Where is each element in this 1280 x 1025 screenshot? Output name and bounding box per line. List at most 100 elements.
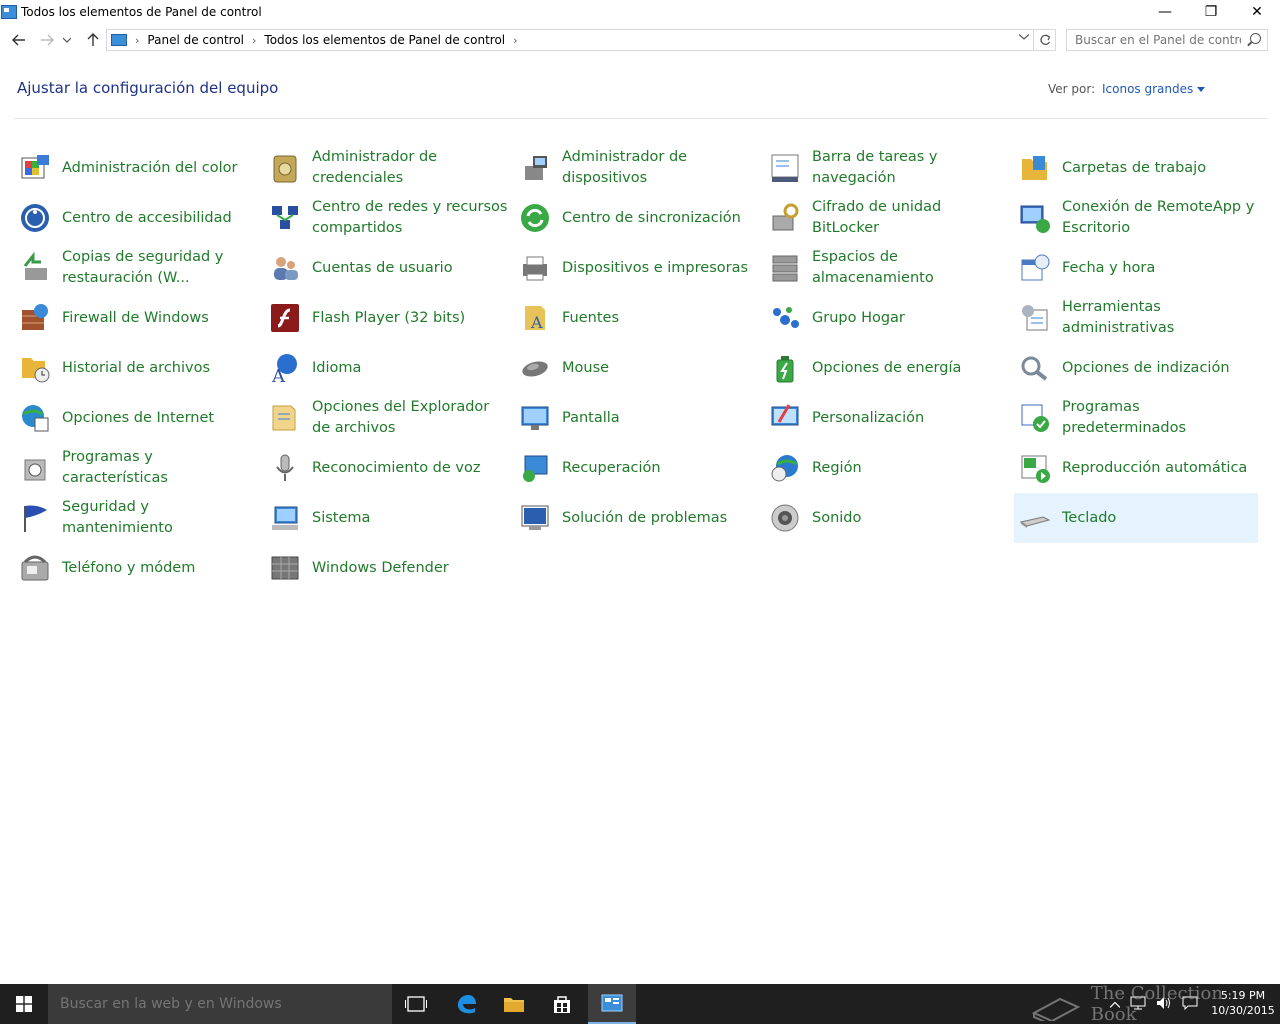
item-bitlocker[interactable]: Cifrado de unidad BitLocker bbox=[764, 193, 1008, 243]
item-label: Programas y características bbox=[62, 449, 168, 486]
item-indexing[interactable]: Opciones de indización bbox=[1014, 343, 1258, 393]
recent-locations-button[interactable] bbox=[60, 28, 74, 52]
item-default-programs[interactable]: Programas predeterminados bbox=[1014, 393, 1258, 443]
item-power-options[interactable]: Opciones de energía bbox=[764, 343, 1008, 393]
item-color-management[interactable]: Administración del color bbox=[14, 143, 258, 193]
item-troubleshooting[interactable]: Solución de problemas bbox=[514, 493, 758, 543]
item-security-maintenance[interactable]: Seguridad y mantenimiento bbox=[14, 493, 258, 543]
item-language[interactable]: A Idioma bbox=[264, 343, 508, 393]
view-mode-dropdown[interactable]: Iconos grandes bbox=[1102, 82, 1206, 96]
windows-defender-icon bbox=[271, 556, 299, 580]
item-label: Grupo Hogar bbox=[812, 309, 905, 326]
item-taskbar[interactable]: Barra de tareas y navegación bbox=[764, 143, 1008, 193]
item-label: Programas predeterminados bbox=[1062, 399, 1187, 436]
item-storage-spaces[interactable]: Espacios de almacenamiento bbox=[764, 243, 1008, 293]
item-programs-features[interactable]: Programas y características bbox=[14, 443, 258, 493]
remoteapp-icon bbox=[1020, 205, 1050, 233]
folder-options-icon bbox=[272, 405, 296, 431]
header-divider bbox=[14, 118, 1268, 119]
item-credential-manager[interactable]: Administrador de credenciales bbox=[264, 143, 508, 193]
item-phone-modem[interactable]: Teléfono y módem bbox=[14, 543, 258, 593]
item-keyboard[interactable]: Teclado bbox=[1014, 493, 1258, 543]
item-device-manager[interactable]: Administrador de dispositivos bbox=[514, 143, 758, 193]
item-mouse[interactable]: Mouse bbox=[514, 343, 758, 393]
item-flash-player[interactable]: Flash Player (32 bits) bbox=[264, 293, 508, 343]
item-label: Fuentes bbox=[562, 309, 620, 326]
item-work-folders[interactable]: Carpetas de trabajo bbox=[1014, 143, 1258, 193]
address-dropdown-button[interactable] bbox=[1018, 32, 1030, 43]
search-box[interactable] bbox=[1066, 29, 1268, 51]
item-remoteapp[interactable]: Conexión de RemoteApp y Escritorio bbox=[1014, 193, 1258, 243]
item-autoplay[interactable]: Reproducción automática bbox=[1014, 443, 1258, 493]
item-fonts[interactable]: A Fuentes bbox=[514, 293, 758, 343]
up-button[interactable] bbox=[82, 28, 104, 52]
item-sync-center[interactable]: Centro de sincronización bbox=[514, 193, 758, 243]
item-date-time[interactable]: Fecha y hora bbox=[1014, 243, 1258, 293]
item-label: Opciones de energía bbox=[812, 359, 962, 376]
devices-printers-icon bbox=[523, 256, 547, 281]
item-personalization[interactable]: Personalización bbox=[764, 393, 1008, 443]
network-tray-button[interactable] bbox=[1130, 996, 1146, 1013]
volume-tray-button[interactable] bbox=[1156, 996, 1172, 1013]
item-devices-printers[interactable]: Dispositivos e impresoras bbox=[514, 243, 758, 293]
item-label: Dispositivos e impresoras bbox=[562, 259, 749, 276]
item-region[interactable]: Región bbox=[764, 443, 1008, 493]
breadcrumb-control-panel[interactable]: Panel de control bbox=[147, 33, 244, 47]
start-button[interactable] bbox=[0, 984, 48, 1024]
forward-button[interactable] bbox=[36, 28, 58, 52]
task-view-button[interactable] bbox=[392, 984, 440, 1024]
item-admin-tools[interactable]: Herramientas administrativas bbox=[1014, 293, 1258, 343]
item-user-accounts[interactable]: Cuentas de usuario bbox=[264, 243, 508, 293]
breadcrumb-all-items[interactable]: Todos los elementos de Panel de control bbox=[264, 33, 505, 47]
file-explorer-button[interactable] bbox=[490, 984, 538, 1024]
item-homegroup[interactable]: Grupo Hogar bbox=[764, 293, 1008, 343]
edge-button[interactable] bbox=[442, 984, 490, 1024]
color-management-icon bbox=[21, 155, 49, 179]
item-windows-defender[interactable]: Windows Defender bbox=[264, 543, 508, 593]
action-center-button[interactable] bbox=[1182, 996, 1198, 1013]
chevron-right-icon[interactable]: › bbox=[252, 34, 256, 47]
taskbar-search-input[interactable] bbox=[60, 996, 380, 1012]
user-accounts-icon bbox=[274, 257, 298, 280]
item-file-history[interactable]: Historial de archivos bbox=[14, 343, 258, 393]
bitlocker-icon bbox=[768, 201, 802, 235]
close-button[interactable]: ✕ bbox=[1234, 0, 1280, 24]
item-backup[interactable]: Copias de seguridad y restauración (W... bbox=[14, 243, 258, 293]
clock[interactable]: 5:19 PM 10/30/2015 bbox=[1208, 988, 1278, 1018]
item-network-center[interactable]: Centro de redes y recursos compartidos bbox=[264, 193, 508, 243]
address-bar[interactable]: › Panel de control › Todos los elementos… bbox=[106, 29, 1034, 51]
taskbar-icon bbox=[768, 151, 802, 185]
view-mode-value: Iconos grandes bbox=[1102, 82, 1194, 96]
chevron-right-icon[interactable]: › bbox=[513, 34, 517, 47]
internet-options-icon bbox=[22, 405, 49, 432]
arrow-right-icon bbox=[41, 34, 54, 46]
maximize-button[interactable]: ❐ bbox=[1188, 0, 1234, 24]
folder-icon bbox=[504, 998, 524, 1012]
control-panel-taskbar-button[interactable] bbox=[588, 984, 636, 1024]
sound-icon bbox=[768, 501, 802, 535]
item-firewall[interactable]: Firewall de Windows bbox=[14, 293, 258, 343]
item-display[interactable]: Pantalla bbox=[514, 393, 758, 443]
title-bar: Todos los elementos de Panel de control … bbox=[0, 0, 1280, 24]
item-label: Barra de tareas y navegación bbox=[812, 149, 938, 186]
search-input[interactable] bbox=[1075, 33, 1241, 47]
back-button[interactable] bbox=[8, 28, 30, 52]
show-hidden-icons-button[interactable] bbox=[1109, 997, 1121, 1011]
refresh-button[interactable] bbox=[1034, 29, 1056, 51]
minimize-button[interactable]: — bbox=[1142, 0, 1188, 24]
item-internet-options[interactable]: Opciones de Internet bbox=[14, 393, 258, 443]
search-icon[interactable] bbox=[1250, 33, 1261, 44]
personalization-icon bbox=[768, 401, 802, 435]
language-icon: A bbox=[268, 351, 302, 385]
item-speech-recognition[interactable]: Reconocimiento de voz bbox=[264, 443, 508, 493]
item-sound[interactable]: Sonido bbox=[764, 493, 1008, 543]
item-recovery[interactable]: Recuperación bbox=[514, 443, 758, 493]
view-by-label: Ver por: bbox=[1048, 82, 1096, 96]
item-folder-options[interactable]: Opciones del Explorador de archivos bbox=[264, 393, 508, 443]
item-ease-of-access[interactable]: Centro de accesibilidad bbox=[14, 193, 258, 243]
item-label: Flash Player (32 bits) bbox=[312, 309, 466, 326]
store-button[interactable] bbox=[538, 984, 586, 1024]
taskbar-search[interactable] bbox=[48, 984, 392, 1024]
item-system[interactable]: Sistema bbox=[264, 493, 508, 543]
homegroup-icon bbox=[768, 301, 802, 335]
